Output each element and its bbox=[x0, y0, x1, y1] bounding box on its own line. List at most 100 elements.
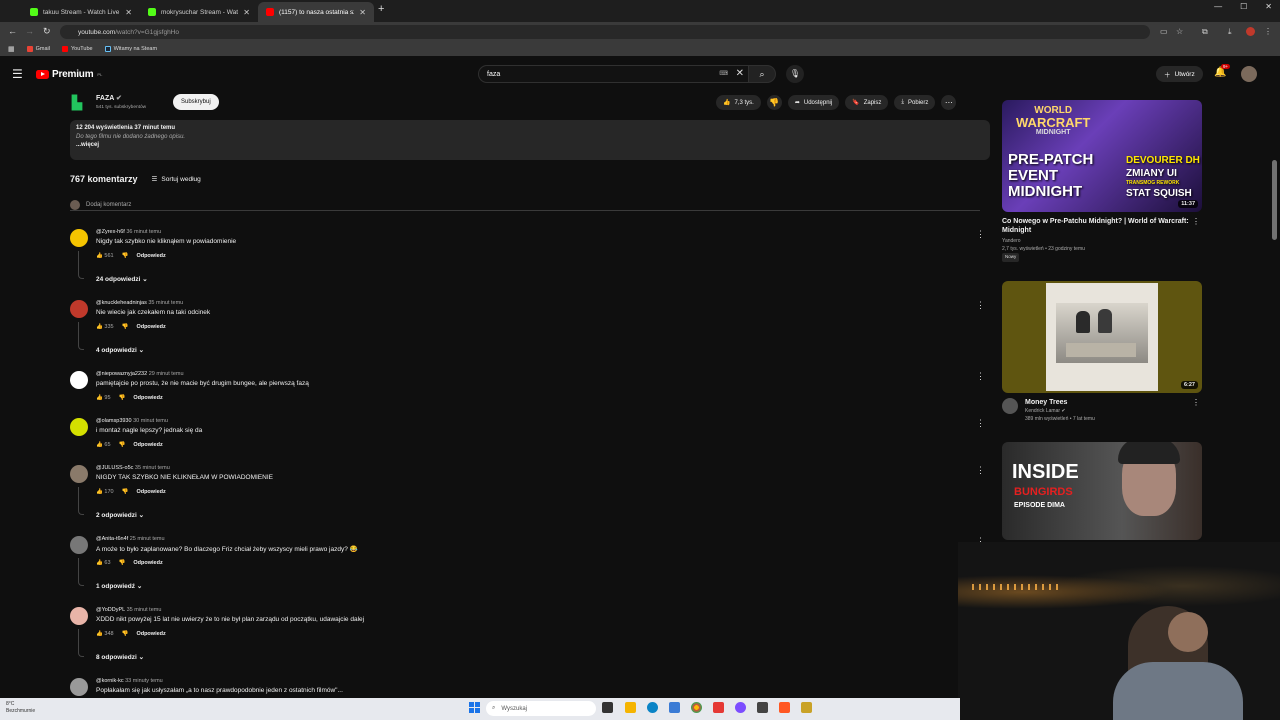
youtube-premium-logo[interactable]: Premium PL bbox=[36, 69, 102, 80]
comment-like-button[interactable]: 👍 561 bbox=[96, 253, 114, 259]
edge-icon[interactable] bbox=[647, 702, 658, 713]
forward-icon[interactable]: → bbox=[25, 26, 34, 36]
comment-author[interactable]: @olamsp3930 30 minut temu bbox=[96, 418, 168, 424]
browser-tab-youtube[interactable]: (1157) to nasza ostatnia szansa ✕ bbox=[258, 2, 374, 22]
video-title[interactable]: Co Nowego w Pre-Patchu Midnight? | World… bbox=[1002, 217, 1202, 235]
dislike-button[interactable]: 👎 bbox=[766, 95, 782, 110]
show-replies-button[interactable]: 8 odpowiedzi ⌄ bbox=[96, 653, 144, 661]
voice-search-button[interactable]: 🎙 bbox=[786, 65, 804, 83]
file-explorer-icon[interactable] bbox=[625, 702, 636, 713]
commenter-avatar[interactable] bbox=[70, 418, 88, 436]
thumbs-down-icon[interactable]: 👎 bbox=[122, 324, 129, 330]
comment-like-button[interactable]: 👍 335 bbox=[96, 324, 114, 330]
description-box[interactable]: 12 204 wyświetlenia 37 minut temu Do teg… bbox=[70, 120, 990, 160]
commenter-avatar[interactable] bbox=[70, 607, 88, 625]
search-button[interactable]: ⌕ bbox=[748, 65, 776, 83]
reload-icon[interactable]: ↻ bbox=[43, 26, 51, 37]
reply-button[interactable]: Odpowiedz bbox=[136, 489, 165, 495]
bookmark-steam[interactable]: Witamy na Steam bbox=[104, 46, 157, 52]
url-field[interactable]: youtube.com/watch?v=G1gjsfghHo bbox=[60, 25, 1150, 39]
show-replies-button[interactable]: 24 odpowiedzi ⌄ bbox=[96, 275, 148, 283]
share-button[interactable]: ➦ Udostępnij bbox=[787, 95, 840, 110]
hamburger-menu-icon[interactable]: ☰ bbox=[12, 67, 23, 81]
browser-tab-kick-mokrysuchar[interactable]: mokrysuchar Stream - Watch Live on Kick … bbox=[140, 2, 258, 22]
thumbs-down-icon[interactable]: 👎 bbox=[122, 489, 129, 495]
downloads-icon[interactable]: ⤓ bbox=[1228, 27, 1232, 37]
comment-menu-icon[interactable]: ⋮ bbox=[976, 229, 985, 240]
store-icon[interactable] bbox=[669, 702, 680, 713]
notifications-button[interactable]: 🔔 9+ bbox=[1214, 64, 1231, 78]
app-icon[interactable] bbox=[713, 702, 724, 713]
app-icon[interactable] bbox=[801, 702, 812, 713]
chrome-icon[interactable] bbox=[691, 702, 702, 713]
commenter-avatar[interactable] bbox=[70, 229, 88, 247]
bookmark-youtube[interactable]: YouTube bbox=[62, 46, 93, 52]
comment-menu-icon[interactable]: ⋮ bbox=[976, 371, 985, 382]
account-avatar[interactable] bbox=[1241, 66, 1257, 82]
reply-button[interactable]: Odpowiedz bbox=[133, 560, 162, 566]
commenter-avatar[interactable] bbox=[70, 465, 88, 483]
comment-menu-icon[interactable]: ⋮ bbox=[976, 465, 985, 476]
browser-tab-kick-takuu[interactable]: takuu Stream - Watch Live on Kick ✕ bbox=[22, 2, 140, 22]
comment-author[interactable]: @Anita-t6n4f 25 minut temu bbox=[96, 536, 165, 542]
thumbs-down-icon[interactable]: 👎 bbox=[119, 560, 126, 566]
channel-name[interactable]: FAZA ✔ bbox=[96, 94, 122, 102]
comment-author[interactable]: @kornik-kc 33 minuty temu bbox=[96, 678, 163, 684]
video-channel[interactable]: Yandero bbox=[1002, 238, 1202, 246]
minimize-icon[interactable]: — bbox=[1214, 2, 1222, 11]
clear-search-icon[interactable]: ✕ bbox=[736, 68, 744, 79]
create-button[interactable]: ＋ Utwórz bbox=[1156, 66, 1203, 82]
reply-button[interactable]: Odpowiedz bbox=[136, 324, 165, 330]
app-icon[interactable] bbox=[779, 702, 790, 713]
comment-like-button[interactable]: 👍 63 bbox=[96, 560, 111, 566]
bookmark-star-icon[interactable]: ☆ bbox=[1176, 27, 1183, 36]
comment-author[interactable]: @JULUSS-o5c 35 minut temu bbox=[96, 465, 170, 471]
thumbs-down-icon[interactable]: 👎 bbox=[119, 442, 126, 448]
show-more-link[interactable]: ...więcej bbox=[76, 142, 984, 148]
comment-like-button[interactable]: 👍 170 bbox=[96, 489, 114, 495]
keyboard-icon[interactable]: ⌨ bbox=[719, 70, 728, 77]
reply-button[interactable]: Odpowiedz bbox=[136, 631, 165, 637]
like-button[interactable]: 👍 7,3 tys. bbox=[716, 95, 761, 110]
reply-button[interactable]: Odpowiedz bbox=[136, 253, 165, 259]
channel-avatar[interactable] bbox=[1002, 398, 1018, 414]
close-tab-icon[interactable]: ✕ bbox=[359, 8, 366, 17]
recommended-video[interactable]: INSIDE BUNGIRDS EPISODE DIMA bbox=[1002, 442, 1202, 540]
video-thumbnail[interactable]: 6:27 bbox=[1002, 281, 1202, 393]
more-actions-button[interactable]: ⋯ bbox=[941, 95, 957, 110]
new-tab-icon[interactable]: + bbox=[378, 3, 384, 15]
video-thumbnail[interactable]: INSIDE BUNGIRDS EPISODE DIMA bbox=[1002, 442, 1202, 540]
subscribe-button[interactable]: Subskrybuj bbox=[173, 94, 219, 110]
recommended-video[interactable]: WORLD WARCRAFT MIDNIGHT PRE-PATCH EVENT MIDN… bbox=[1002, 100, 1202, 262]
maximize-icon[interactable]: ☐ bbox=[1240, 2, 1247, 11]
back-icon[interactable]: ← bbox=[8, 26, 17, 36]
profile-icon[interactable] bbox=[1246, 27, 1255, 36]
cast-icon[interactable]: ▭ bbox=[1160, 27, 1168, 36]
page-scrollbar[interactable] bbox=[1272, 160, 1277, 240]
comment-like-button[interactable]: 👍 348 bbox=[96, 631, 114, 637]
comment-author[interactable]: @YoDDyPL 35 minut temu bbox=[96, 607, 161, 613]
thumbs-down-icon[interactable]: 👎 bbox=[122, 631, 129, 637]
recommended-video[interactable]: 6:27 Money Trees Kendrick Lamar ✔ 389 ml… bbox=[1002, 281, 1202, 423]
windows-start-icon[interactable] bbox=[469, 702, 480, 713]
bookmark-gmail[interactable]: Gmail bbox=[26, 46, 50, 52]
taskbar-search[interactable]: ⌕ Wyszukaj bbox=[486, 701, 596, 716]
extensions-icon[interactable]: ⧉ bbox=[1202, 27, 1208, 37]
sort-button[interactable]: ☰ Sortuj według bbox=[152, 175, 201, 184]
comment-author[interactable]: @knuckleheadninjas 35 minut temu bbox=[96, 300, 183, 306]
video-title[interactable]: Money Trees bbox=[1002, 398, 1202, 407]
channel-avatar[interactable]: ▙ bbox=[72, 95, 88, 111]
comment-author[interactable]: @Zyrex-h6f 36 minut temu bbox=[96, 229, 161, 235]
app-icon[interactable] bbox=[757, 702, 768, 713]
save-button[interactable]: 🔖 Zapisz bbox=[845, 95, 889, 110]
close-tab-icon[interactable]: ✕ bbox=[125, 8, 132, 17]
weather-widget[interactable]: 8°C Bezchmurnie bbox=[6, 701, 35, 714]
video-menu-icon[interactable]: ⋮ bbox=[1192, 398, 1200, 407]
task-view-icon[interactable] bbox=[602, 702, 613, 713]
reply-button[interactable]: Odpowiedz bbox=[133, 395, 162, 401]
show-replies-button[interactable]: 2 odpowiedzi ⌄ bbox=[96, 511, 144, 519]
comment-author[interactable]: @niepowaznyja2232 29 minut temu bbox=[96, 371, 184, 377]
commenter-avatar[interactable] bbox=[70, 300, 88, 318]
comment-menu-icon[interactable]: ⋮ bbox=[976, 418, 985, 429]
video-menu-icon[interactable]: ⋮ bbox=[1192, 217, 1200, 226]
